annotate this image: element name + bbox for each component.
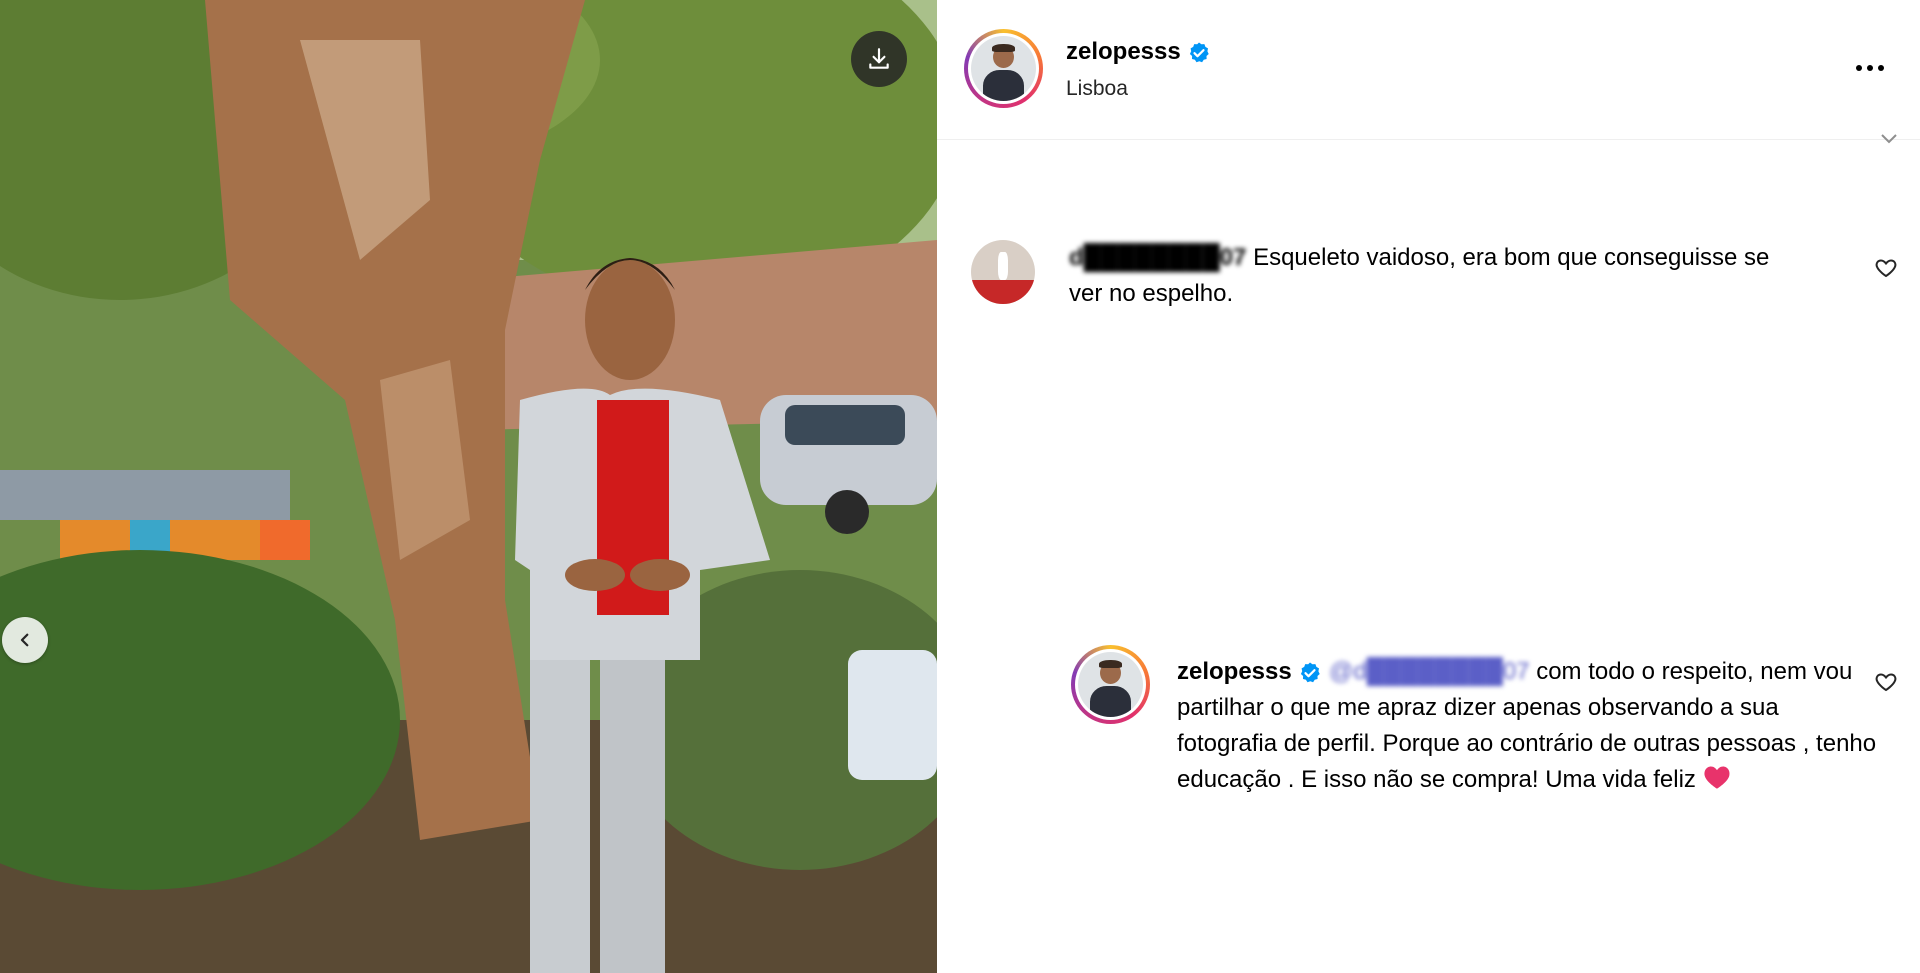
author-username[interactable]: zelopesss — [1066, 38, 1181, 65]
post-details-panel: zelopesss Lisboa d████████07 Esqueleto v… — [937, 0, 1920, 973]
commenter-avatar[interactable] — [971, 240, 1035, 304]
download-icon — [869, 48, 889, 69]
heart-icon[interactable] — [1874, 256, 1898, 280]
commenter-username[interactable]: d████████07 — [1069, 244, 1246, 271]
download-button[interactable] — [851, 31, 907, 87]
mention-link[interactable]: @d████████07 — [1329, 658, 1529, 685]
reply-author-avatar[interactable] — [1071, 645, 1150, 724]
more-options-icon — [1856, 65, 1862, 71]
verified-badge-icon — [1301, 662, 1321, 682]
reply-comment: zelopesss @d████████07 com todo o respei… — [1177, 654, 1877, 798]
comment: d████████07 Esqueleto vaidoso, era bom q… — [1069, 240, 1789, 312]
post-location[interactable]: Lisboa — [1066, 77, 1128, 101]
post-media[interactable] — [0, 0, 937, 973]
post-photo — [0, 0, 937, 973]
previous-media-button[interactable] — [2, 617, 48, 663]
reply-username[interactable]: zelopesss — [1177, 658, 1292, 685]
chevron-down-icon[interactable] — [1879, 133, 1899, 145]
author-avatar[interactable] — [964, 29, 1043, 108]
heart-emoji — [1704, 766, 1730, 789]
verified-badge-icon — [1190, 42, 1210, 62]
chevron-left-icon — [20, 633, 29, 647]
author-username-row[interactable]: zelopesss — [1066, 38, 1211, 66]
more-options-button[interactable] — [1845, 50, 1895, 86]
heart-icon[interactable] — [1874, 670, 1898, 694]
post-header: zelopesss Lisboa — [937, 0, 1920, 144]
